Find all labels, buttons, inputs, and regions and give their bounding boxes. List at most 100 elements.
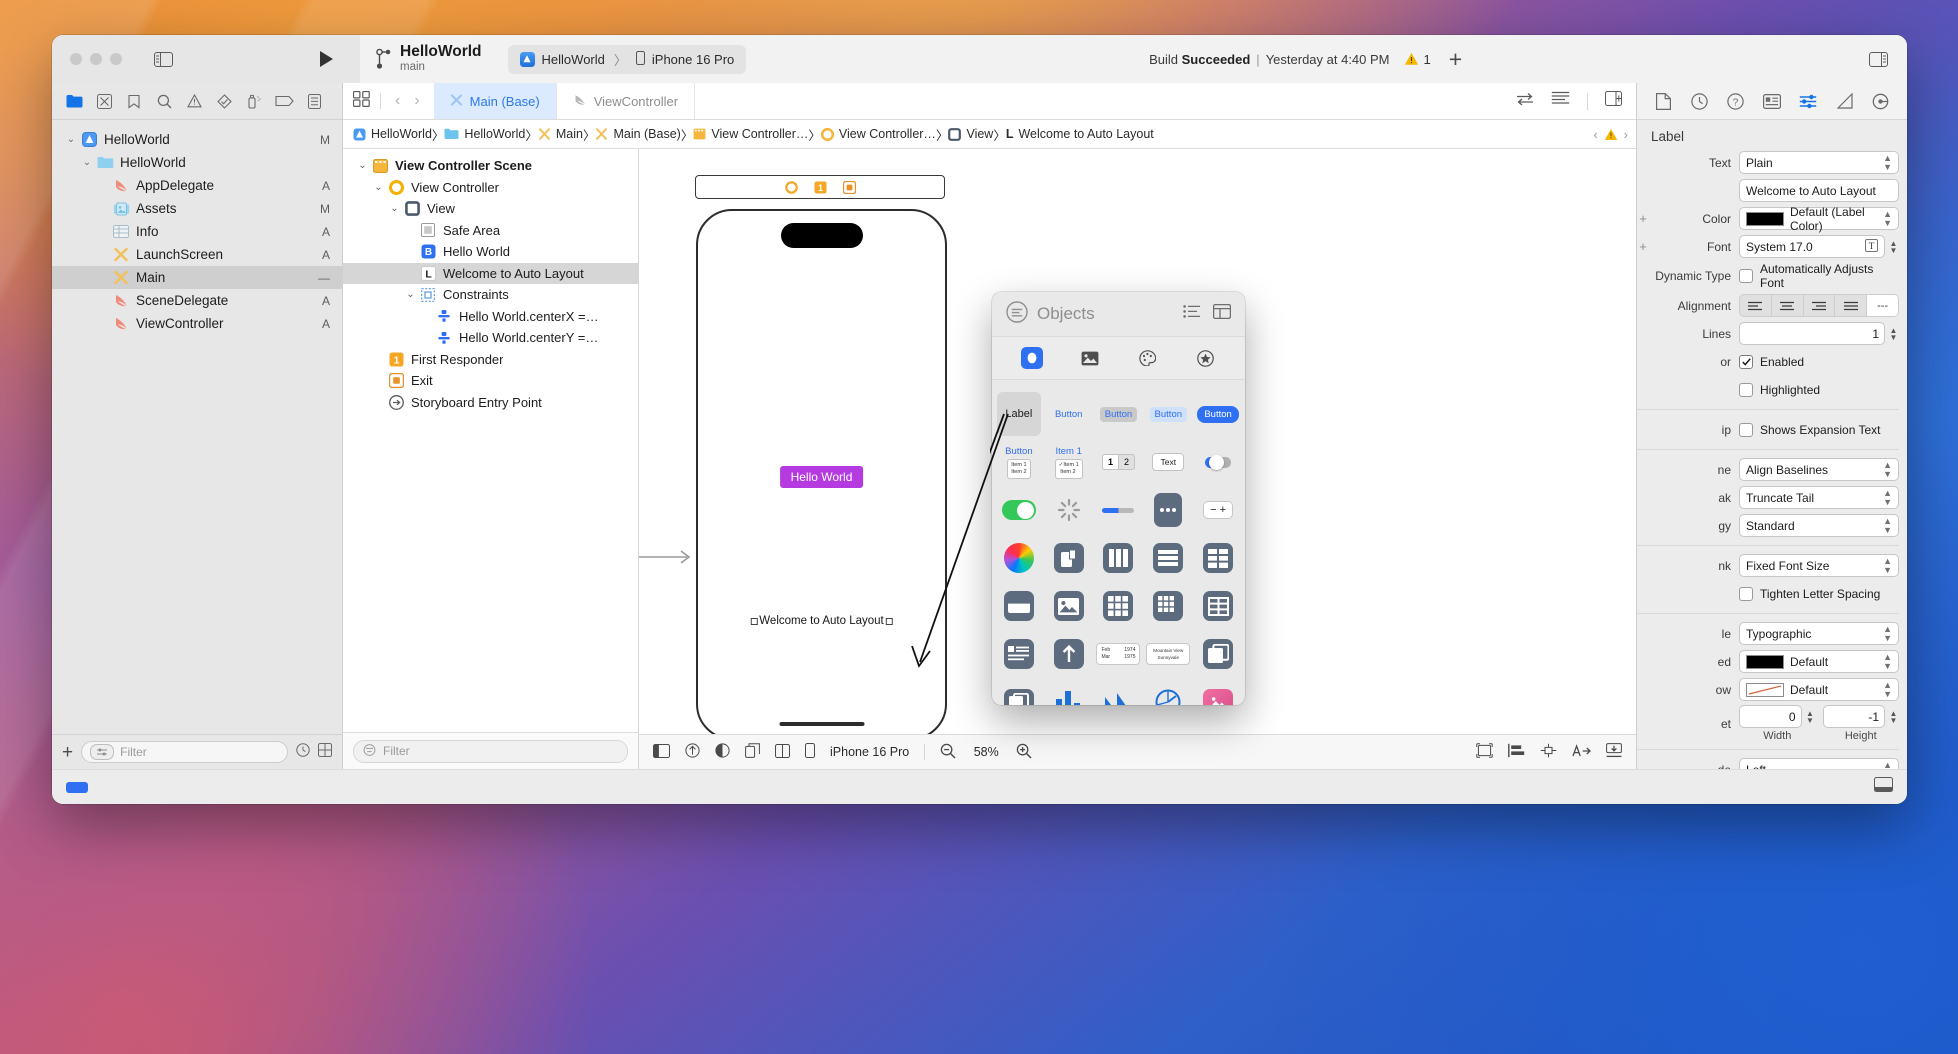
breadcrumb[interactable]: HelloWorld 〉 HelloWorld 〉 Main 〉 Main (B…: [343, 120, 1636, 149]
library-item-up-arrow[interactable]: [1047, 632, 1091, 676]
library-categories[interactable]: [992, 336, 1245, 380]
view-controller-dock-icon[interactable]: [784, 180, 799, 195]
nav-row-assets[interactable]: Assets M: [52, 197, 342, 220]
traffic-lights[interactable]: [70, 53, 122, 65]
attributes-inspector-icon[interactable]: [1796, 89, 1820, 113]
grid-view-icon[interactable]: [318, 742, 332, 762]
library-item-table-view-controller[interactable]: [1146, 536, 1190, 580]
add-font-variation-button[interactable]: +: [1637, 239, 1649, 254]
enabled-checkbox[interactable]: Enabled: [1739, 354, 1899, 369]
breadcrumb-item-2[interactable]: Main: [538, 127, 583, 141]
appearance-icon[interactable]: [715, 743, 730, 761]
add-file-button[interactable]: +: [62, 743, 73, 762]
recent-files-icon[interactable]: [296, 742, 310, 762]
canvas-device-label[interactable]: iPhone 16 Pro: [830, 745, 909, 759]
color-select[interactable]: Default (Label Color) ▲ ▼: [1739, 205, 1899, 233]
nav-tab-report-icon[interactable]: [300, 88, 328, 114]
resize-handle-left[interactable]: [750, 617, 758, 625]
identity-inspector-icon[interactable]: [1760, 89, 1784, 113]
shadow-select[interactable]: Default ▲ ▼: [1739, 678, 1899, 701]
next-issue-button[interactable]: ›: [1624, 127, 1628, 142]
scene-dock[interactable]: 1: [695, 175, 945, 199]
color-category-icon[interactable]: [1137, 347, 1159, 369]
font-picker-icon[interactable]: T: [1865, 238, 1878, 255]
linebreak-select[interactable]: Truncate Tail ▲ ▼: [1739, 486, 1899, 509]
toggle-debug-area-icon[interactable]: [1874, 777, 1893, 797]
nav-tab-breakpoint-icon[interactable]: [270, 88, 298, 114]
library-item-segmented-control[interactable]: 12: [1096, 440, 1140, 484]
scheme-selector[interactable]: HelloWorld 〉 iPhone 16 Pro: [507, 44, 747, 74]
alignment2-select[interactable]: Left ▲▼: [1739, 758, 1899, 769]
library-item-collection-grid[interactable]: [1096, 584, 1140, 628]
nav-tab-test-diamond-icon[interactable]: [210, 88, 238, 114]
checkbox[interactable]: [1739, 382, 1753, 397]
navigator-filter-field[interactable]: Filter: [81, 741, 288, 763]
library-item-switch[interactable]: [1196, 440, 1240, 484]
baseline-select[interactable]: Align Baselines ▲ ▼: [1739, 458, 1899, 481]
first-responder-dock-icon[interactable]: 1: [813, 180, 828, 195]
add-editor-button[interactable]: +: [1449, 47, 1462, 71]
align-right-icon[interactable]: [1804, 295, 1836, 316]
swap-assistant-icon[interactable]: [1516, 92, 1534, 111]
library-item-stepper[interactable]: − +: [1196, 488, 1240, 532]
highlighted-checkbox[interactable]: Highlighted: [1739, 382, 1899, 397]
alignment-segmented-control[interactable]: ---: [1739, 294, 1899, 317]
breadcrumb-item-6[interactable]: View: [948, 127, 993, 141]
text-style-select[interactable]: Plain ▲ ▼: [1739, 151, 1899, 174]
auto-adjust-font-checkbox[interactable]: Automatically Adjusts Font: [1739, 262, 1899, 290]
nav-tab-search-icon[interactable]: [150, 88, 178, 114]
library-item-text-field[interactable]: Text: [1146, 440, 1190, 484]
nav-tab-folder-icon[interactable]: [60, 88, 88, 114]
outline-twisty[interactable]: ⌄: [387, 203, 402, 214]
outline-row-constraint-centery[interactable]: Hello World.centerY =…: [343, 327, 638, 349]
go-back-button[interactable]: ‹: [391, 92, 404, 110]
help-inspector-icon[interactable]: ?: [1724, 89, 1748, 113]
warning-badge[interactable]: 1: [1404, 52, 1431, 67]
library-item-activity-indicator[interactable]: [1047, 488, 1091, 532]
list-view-icon[interactable]: [1183, 304, 1201, 324]
resolve-auto-layout-icon[interactable]: [1572, 743, 1591, 761]
outline-twisty[interactable]: ⌄: [371, 182, 386, 193]
library-item-button-tinted[interactable]: Button: [1146, 392, 1190, 436]
library-item-pop-up-button[interactable]: Item 1 ✓Item 1 Item 2: [1047, 440, 1091, 484]
outline-filter-field[interactable]: Filter: [353, 739, 628, 763]
nav-twisty[interactable]: ⌄: [64, 134, 78, 145]
nav-twisty[interactable]: ⌄: [80, 157, 94, 168]
resize-handle-right[interactable]: [885, 617, 893, 625]
orientation-icon[interactable]: [775, 743, 790, 761]
offset-height-input[interactable]: -1: [1822, 705, 1885, 728]
zoom-button[interactable]: [110, 53, 122, 65]
label-text-input[interactable]: Welcome to Auto Layout: [1739, 179, 1899, 202]
toggle-navigator-icon[interactable]: [150, 48, 176, 70]
outline-row-welcome-label[interactable]: L Welcome to Auto Layout: [343, 262, 638, 284]
align-justify-icon[interactable]: [1835, 295, 1868, 316]
offset-width-stepper[interactable]: ▲ ▼: [1805, 709, 1816, 724]
style-select[interactable]: Typographic ▲ ▼: [1739, 622, 1899, 645]
library-item-image-pink[interactable]: [1196, 680, 1240, 705]
library-item-button-gray[interactable]: Button: [1096, 392, 1140, 436]
library-menu-icon[interactable]: [1006, 300, 1028, 328]
lines-input[interactable]: 1: [1739, 322, 1885, 345]
align-natural-option[interactable]: ---: [1867, 295, 1898, 316]
nav-row-group[interactable]: ⌄ HelloWorld: [52, 151, 342, 174]
outline-row-viewcontroller[interactable]: ⌄ View Controller: [343, 177, 638, 199]
auto-layout-issues-icon[interactable]: [1476, 743, 1493, 761]
breadcrumb-item-7[interactable]: L Welcome to Auto Layout: [1006, 127, 1154, 141]
breadcrumb-item-4[interactable]: View Controller…: [693, 127, 808, 141]
objects-category-icon[interactable]: [1020, 347, 1043, 369]
outline-twisty[interactable]: ⌄: [355, 160, 370, 171]
library-item-button-plain[interactable]: Button: [1047, 392, 1091, 436]
library-item-switch-green[interactable]: [997, 488, 1041, 532]
library-item-text-view[interactable]: [997, 632, 1041, 676]
connections-inspector-icon[interactable]: [1869, 89, 1893, 113]
library-item-grid-dots[interactable]: [1146, 584, 1190, 628]
nav-row-info[interactable]: Info A: [52, 220, 342, 243]
nav-tab-warning-triangle-icon[interactable]: [180, 88, 208, 114]
zoom-in-icon[interactable]: [1016, 743, 1032, 762]
align-center-icon[interactable]: [1772, 295, 1804, 316]
device-preview-icon[interactable]: [805, 743, 815, 761]
library-item-picker-view[interactable]: Mountain View Sunnyvale: [1146, 632, 1191, 676]
checkbox[interactable]: [1739, 422, 1753, 437]
nav-row-launchscreen[interactable]: LaunchScreen A: [52, 243, 342, 266]
align-text-icon[interactable]: [1551, 91, 1570, 111]
